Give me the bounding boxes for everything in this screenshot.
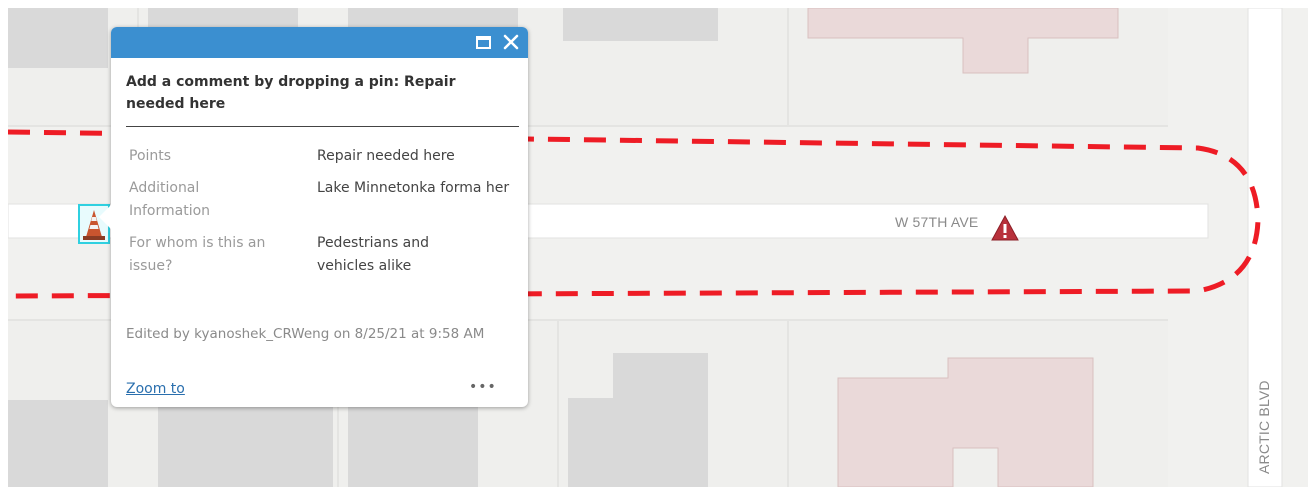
more-actions-icon[interactable]: •••: [469, 379, 497, 395]
popup-title: Add a comment by dropping a pin: Repair …: [126, 74, 456, 112]
field-name-points: Points: [129, 148, 172, 164]
field-name-for-whom: For whom is this an issue?: [129, 235, 266, 274]
close-button[interactable]: [501, 32, 521, 52]
warning-pin[interactable]: [990, 214, 1020, 242]
field-value-for-whom: Pedestrians and vehicles alike: [317, 235, 430, 274]
zoom-to-link[interactable]: Zoom to: [126, 381, 185, 397]
building: [563, 8, 718, 41]
close-icon: [503, 34, 519, 50]
maximize-button[interactable]: [474, 32, 494, 52]
building: [348, 398, 478, 487]
field-value-points: Repair needed here: [317, 148, 455, 164]
building: [158, 400, 333, 487]
building: [8, 400, 108, 487]
popup-pointer: [99, 205, 111, 229]
title-divider: [126, 126, 519, 127]
building: [8, 8, 108, 68]
field-name-additional-information: Additional Information: [129, 180, 211, 219]
maximize-icon: [476, 36, 491, 49]
road-label-arctic-blvd: ARCTIC BLVD: [1256, 380, 1272, 474]
warning-triangle-icon: [991, 214, 1019, 241]
feature-popup: Add a comment by dropping a pin: Repair …: [99, 27, 528, 407]
field-value-additional-information: Lake Minnetonka forma her: [317, 180, 510, 196]
popup-header: [111, 27, 528, 58]
road-label-w-57th-ave: W 57TH AVE: [895, 214, 979, 230]
edit-info: Edited by kyanoshek_CRWeng on 8/25/21 at…: [126, 326, 485, 342]
